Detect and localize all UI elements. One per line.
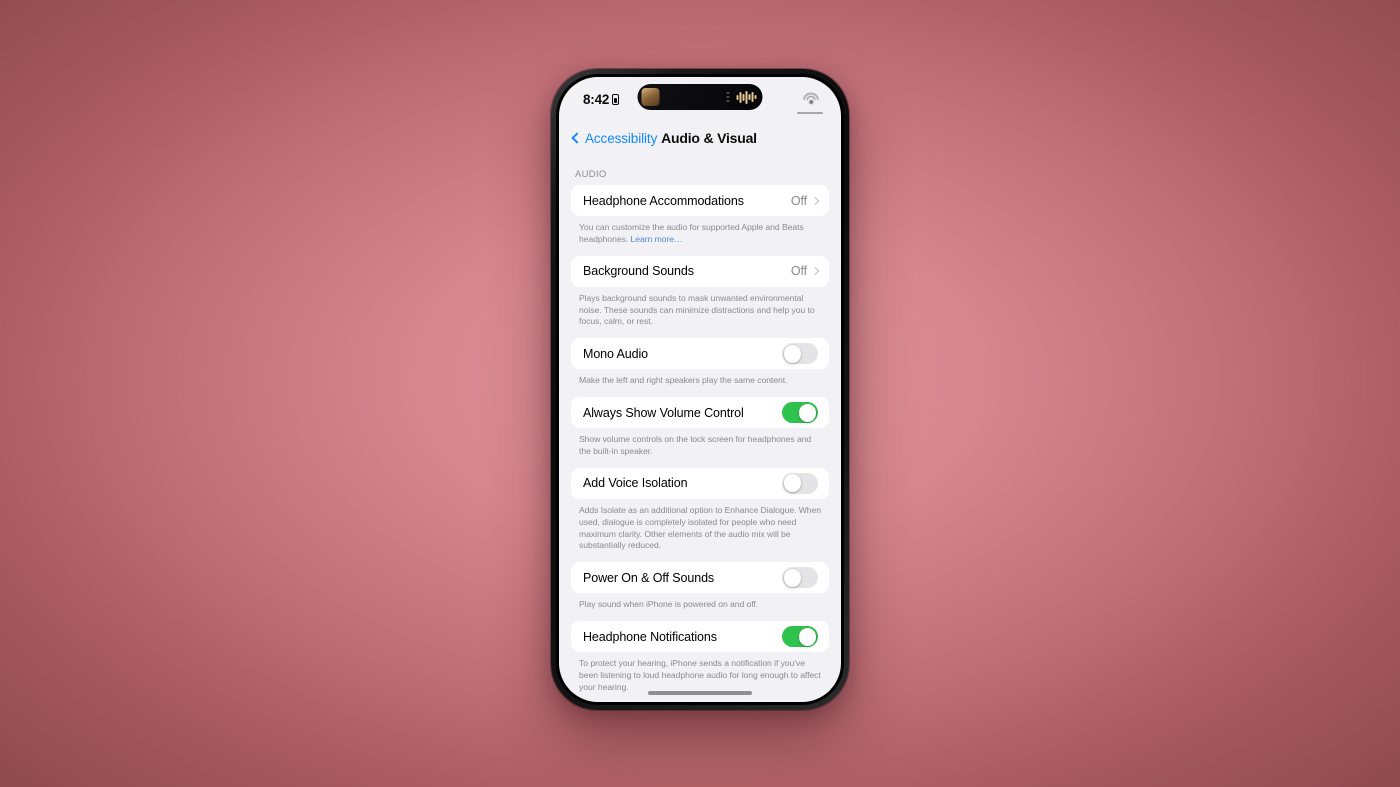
footnote-add-voice-isolation: Adds Isolate as an additional option to … <box>579 504 821 551</box>
phone-screen: 8:42 Accessibility Audio & Visual AUDIO … <box>559 77 841 702</box>
wifi-icon <box>803 93 819 105</box>
section-header-audio: AUDIO <box>575 169 607 180</box>
setting-group-power-on-off-sounds: Power On & Off Sounds Play sound when iP… <box>571 562 829 611</box>
clock-time: 8:42 <box>583 91 610 107</box>
toggle-headphone-notifications[interactable] <box>782 626 818 648</box>
footnote-power-on-off-sounds: Play sound when iPhone is powered on and… <box>579 599 759 610</box>
toggle-add-voice-isolation[interactable] <box>782 472 818 494</box>
row-label: Always Show Volume Control <box>583 405 744 420</box>
row-mono-audio: Mono Audio <box>571 338 829 369</box>
setting-group-background-sounds: Background Sounds Off Plays background s… <box>571 255 829 329</box>
row-label: Power On & Off Sounds <box>583 570 715 585</box>
footnote-headphone-notifications: To protect your hearing, iPhone sends a … <box>579 658 821 692</box>
desktop-backdrop: 8:42 Accessibility Audio & Visual AUDIO … <box>0 0 1400 787</box>
battery-icon <box>612 93 620 105</box>
settings-card: Headphone Accommodations Off <box>571 185 829 216</box>
row-label: Add Voice Isolation <box>583 476 688 491</box>
toggle-always-show-volume-control[interactable] <box>782 402 818 424</box>
chevron-right-icon <box>810 266 820 276</box>
live-activity-thumbnail <box>641 88 660 106</box>
home-indicator[interactable] <box>648 691 752 695</box>
navigation-bar: Accessibility Audio & Visual <box>559 121 841 155</box>
island-right-group <box>726 90 758 104</box>
settings-card: Mono Audio <box>571 338 829 370</box>
learn-more-link[interactable]: Learn more… <box>631 234 683 244</box>
setting-group-mono-audio: Mono Audio Make the left and right speak… <box>571 338 829 387</box>
row-label: Headphone Notifications <box>583 629 717 644</box>
row-value: Off <box>790 193 807 208</box>
back-button[interactable]: Accessibility <box>571 130 658 146</box>
footnote-headphone-accommodations: You can customize the audio for supporte… <box>571 216 829 246</box>
row-accessory: Off <box>790 264 820 279</box>
footnote-always-show-volume-control: Show volume controls on the lock screen … <box>579 434 812 457</box>
footnote-text: You can customize the audio for supporte… <box>579 222 804 244</box>
row-label: Background Sounds <box>583 264 694 279</box>
settings-card: Add Voice Isolation <box>571 467 829 499</box>
status-bar-smudge <box>797 112 823 114</box>
row-accessory: Off <box>790 193 820 208</box>
audio-waveform-icon <box>736 90 757 104</box>
device-bezel: 8:42 Accessibility Audio & Visual AUDIO … <box>556 74 844 705</box>
settings-scroll-view[interactable]: AUDIO Headphone Accommodations Off You c… <box>559 155 841 702</box>
row-value: Off <box>790 264 807 279</box>
toggle-power-on-off-sounds[interactable] <box>782 567 818 589</box>
setting-group-headphone-accommodations: Headphone Accommodations Off You can cus… <box>571 185 829 246</box>
setting-group-headphone-notifications: Headphone Notifications To protect your … <box>571 621 829 694</box>
setting-group-always-show-volume-control: Always Show Volume Control Show volume c… <box>571 397 829 458</box>
dynamic-island[interactable] <box>637 84 763 110</box>
row-power-on-off-sounds: Power On & Off Sounds <box>571 562 829 593</box>
island-status-dots <box>726 92 730 102</box>
row-headphone-notifications: Headphone Notifications <box>571 621 829 652</box>
back-button-label: Accessibility <box>585 130 658 146</box>
row-label: Headphone Accommodations <box>583 193 744 208</box>
row-label: Mono Audio <box>583 346 649 361</box>
row-add-voice-isolation: Add Voice Isolation <box>571 468 829 499</box>
settings-card: Background Sounds Off <box>571 255 829 287</box>
toggle-mono-audio[interactable] <box>782 343 818 365</box>
iphone-device-frame: 8:42 Accessibility Audio & Visual AUDIO … <box>551 69 849 710</box>
settings-card: Headphone Notifications <box>571 621 829 653</box>
settings-card: Power On & Off Sounds <box>571 562 829 594</box>
row-always-show-volume-control: Always Show Volume Control <box>571 397 829 428</box>
status-bar-clock: 8:42 <box>583 91 620 107</box>
footnote-mono-audio: Make the left and right speakers play th… <box>579 375 788 386</box>
footnote-background-sounds: Plays background sounds to mask unwanted… <box>579 292 815 327</box>
setting-group-add-voice-isolation: Add Voice Isolation Adds Isolate as an a… <box>571 467 829 552</box>
chevron-right-icon <box>810 196 820 205</box>
status-bar-indicators <box>803 93 819 105</box>
row-headphone-accommodations[interactable]: Headphone Accommodations Off <box>571 185 829 216</box>
settings-card: Always Show Volume Control <box>571 397 829 429</box>
row-background-sounds[interactable]: Background Sounds Off <box>571 256 829 287</box>
chevron-left-icon <box>571 132 583 144</box>
